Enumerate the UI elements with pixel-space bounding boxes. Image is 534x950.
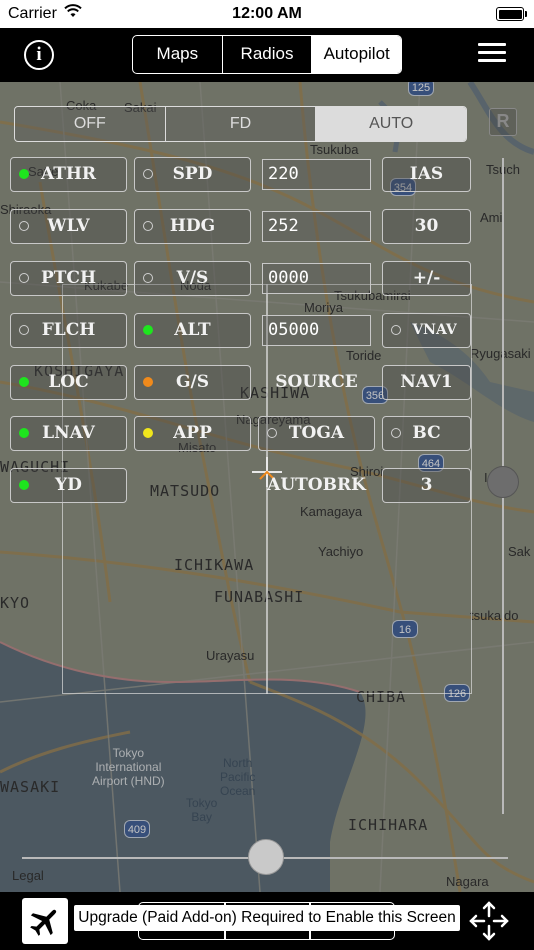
nav-bar: i Maps Radios Autopilot xyxy=(0,28,534,82)
toga-button[interactable]: TOGA xyxy=(258,416,375,451)
info-button[interactable]: i xyxy=(24,40,54,70)
hdg-button[interactable]: HDG xyxy=(134,209,251,244)
autobrake-setting-button[interactable]: 3 xyxy=(382,468,471,503)
status-bar: Carrier 12:00 AM xyxy=(0,0,534,28)
gs-indicator xyxy=(143,377,153,387)
aircraft-button[interactable] xyxy=(22,898,68,944)
nav-source-button[interactable]: NAV1 xyxy=(382,365,471,400)
speed-field[interactable]: 220 xyxy=(262,159,371,190)
vs-button[interactable]: V/S xyxy=(134,261,251,296)
ptch-button[interactable]: PTCH xyxy=(10,261,127,296)
bottom-bar: Upgrade (Paid Add-on) Required to Enable… xyxy=(0,892,534,950)
yd-button[interactable]: YD xyxy=(10,468,127,503)
bc-button[interactable]: BC xyxy=(382,416,471,451)
autopilot-mode-selector: OFF FD AUTO xyxy=(14,106,467,142)
horizontal-slider-thumb[interactable] xyxy=(248,839,284,875)
altitude-field[interactable]: 05000 xyxy=(262,315,371,346)
alt-indicator xyxy=(143,325,153,335)
lnav-button[interactable]: LNAV xyxy=(10,416,127,451)
spd-indicator xyxy=(143,169,153,179)
heading-field[interactable]: 252 xyxy=(262,211,371,242)
app-indicator xyxy=(143,428,153,438)
vnav-button[interactable]: VNAV xyxy=(382,313,471,348)
alt-button[interactable]: ALT xyxy=(134,313,251,348)
athr-indicator xyxy=(19,169,29,179)
vertical-speed-field[interactable]: 0000 xyxy=(262,263,371,294)
hdg-indicator xyxy=(143,221,153,231)
app-button[interactable]: APP xyxy=(134,416,251,451)
mode-auto[interactable]: AUTO xyxy=(316,107,466,141)
ias-button[interactable]: IAS xyxy=(382,157,471,192)
ptch-indicator xyxy=(19,273,29,283)
source-label: SOURCE xyxy=(275,372,358,392)
tab-maps[interactable]: Maps xyxy=(133,36,223,73)
bc-indicator xyxy=(391,428,401,438)
loc-button[interactable]: LOC xyxy=(10,365,127,400)
spd-button[interactable]: SPD xyxy=(134,157,251,192)
athr-button[interactable]: ATHR xyxy=(10,157,127,192)
autobrake-label: AUTOBRK xyxy=(267,475,366,495)
mode-off[interactable]: OFF xyxy=(15,107,166,141)
vnav-indicator xyxy=(391,325,401,335)
gs-button[interactable]: G/S xyxy=(134,365,251,400)
flch-indicator xyxy=(19,325,29,335)
loc-indicator xyxy=(19,377,29,387)
clock: 12:00 AM xyxy=(232,5,302,22)
tab-radios[interactable]: Radios xyxy=(223,36,313,73)
toga-indicator xyxy=(267,428,277,438)
wlv-indicator xyxy=(19,221,29,231)
bank-angle-button[interactable]: 30 xyxy=(382,209,471,244)
airplane-icon xyxy=(30,909,57,936)
vs-indicator xyxy=(143,273,153,283)
upgrade-notice[interactable]: Upgrade (Paid Add-on) Required to Enable… xyxy=(74,905,460,931)
yd-indicator xyxy=(19,480,29,490)
tab-autopilot[interactable]: Autopilot xyxy=(312,36,401,73)
battery-icon xyxy=(496,7,527,21)
r-badge[interactable]: R xyxy=(489,108,517,136)
plus-minus-button[interactable]: +/- xyxy=(382,261,471,296)
screen-tabs: Maps Radios Autopilot xyxy=(132,35,402,74)
lnav-indicator xyxy=(19,428,29,438)
menu-icon[interactable] xyxy=(478,43,506,63)
wlv-button[interactable]: WLV xyxy=(10,209,127,244)
vertical-slider-thumb[interactable] xyxy=(487,466,519,498)
mode-fd[interactable]: FD xyxy=(165,107,317,141)
flch-button[interactable]: FLCH xyxy=(10,313,127,348)
center-map-icon[interactable] xyxy=(468,900,510,942)
